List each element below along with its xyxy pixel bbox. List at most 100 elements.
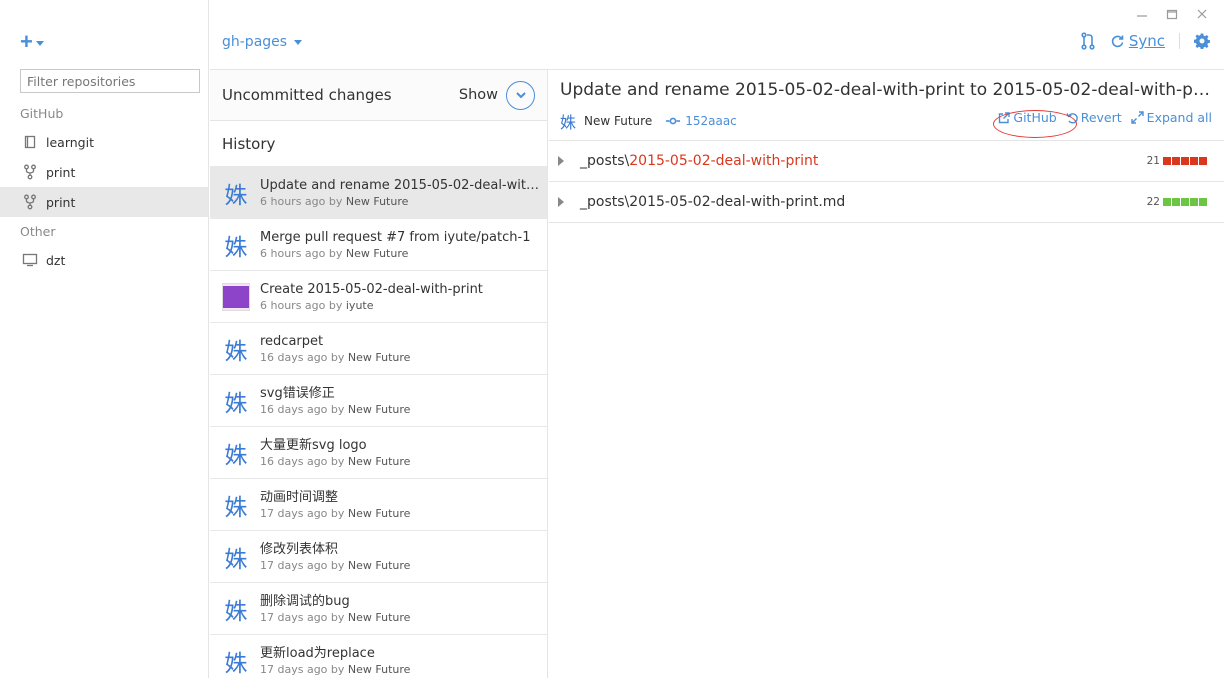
view-on-github-button[interactable]: GitHub: [998, 110, 1057, 125]
diff-bars: [1163, 198, 1207, 206]
filter-repositories-input[interactable]: [20, 69, 200, 93]
pull-request-button[interactable]: [1080, 32, 1096, 50]
commit-row[interactable]: 姝大量更新svg logo 16 days ago by New Future: [210, 426, 547, 478]
repo-item-print[interactable]: print: [0, 157, 208, 187]
commit-row[interactable]: 姝 Merge pull request #7 from iyute/patch-…: [210, 218, 547, 270]
diff-count: 21: [1146, 155, 1160, 167]
branch-name: gh-pages: [222, 34, 288, 50]
author-avatar: 姝: [224, 390, 248, 417]
repo-item-label: learngit: [46, 134, 94, 150]
commit-message: 大量更新svg logo: [260, 437, 367, 453]
diff-bar-block: [1181, 157, 1189, 165]
show-uncommitted-button[interactable]: Show: [459, 80, 535, 110]
commit-row[interactable]: 姝删除调试的bug 17 days ago by New Future: [210, 582, 547, 634]
commit-time: 17 days ago: [260, 506, 328, 520]
commit-meta: 16 days ago by New Future: [260, 350, 540, 365]
author-avatar: 姝: [224, 234, 248, 261]
author-avatar: 姝: [224, 442, 248, 469]
group-label-github: GitHub: [20, 106, 64, 121]
fork-icon: [22, 164, 38, 180]
diff-bar-block: [1163, 157, 1171, 165]
chevron-down-icon: [35, 40, 44, 46]
commit-author: New Future: [347, 402, 411, 416]
author-avatar: [222, 282, 250, 311]
chevron-down-circle-icon: [506, 80, 535, 110]
repo-item-print-selected[interactable]: print: [0, 187, 208, 217]
author-avatar: 姝: [224, 338, 248, 365]
revert-button[interactable]: Revert: [1066, 110, 1122, 125]
commit-icon: [666, 117, 681, 125]
changed-file-row[interactable]: _posts\2015-05-02-deal-with-print 21: [549, 141, 1224, 182]
disclosure-triangle-icon[interactable]: [558, 197, 564, 207]
author-avatar: 姝: [560, 113, 577, 132]
commit-row[interactable]: 姝 Update and rename 2015-05-02-deal-with-…: [210, 166, 547, 218]
branch-selector[interactable]: gh-pages: [222, 34, 303, 50]
disclosure-triangle-icon[interactable]: [558, 156, 564, 166]
commit-author: iyute: [345, 298, 374, 312]
commit-time: 17 days ago: [260, 558, 328, 572]
toolbar-divider: [1179, 33, 1180, 49]
commit-text: Update and rename 2015-05-02-deal-with-p…: [260, 177, 540, 209]
author-avatar: 姝: [224, 598, 248, 625]
commit-time: 17 days ago: [260, 662, 328, 676]
by-label: by: [330, 402, 345, 416]
repo-item-label: print: [46, 194, 76, 210]
commit-row[interactable]: Create 2015-05-02-deal-with-print 6 hours…: [210, 270, 547, 322]
diff-stat: 21: [1147, 155, 1207, 167]
commit-message: Merge pull request #7 from iyute/patch-1: [260, 229, 531, 245]
commit-detail-header: Update and rename 2015-05-02-deal-with-p…: [549, 70, 1224, 141]
add-repository-button[interactable]: +: [20, 29, 44, 54]
history-panel: Uncommitted changes Show History 姝 Update…: [210, 70, 548, 678]
diff-bars: [1163, 157, 1207, 165]
commit-list: 姝 Update and rename 2015-05-02-deal-with-…: [210, 166, 547, 678]
sync-label: Sync: [1128, 32, 1165, 50]
commit-row[interactable]: 姝更新load为replace 17 days ago by New Future: [210, 634, 547, 678]
expand-all-button[interactable]: Expand all: [1130, 110, 1212, 125]
chevron-down-icon: [294, 39, 303, 45]
diff-bar-block: [1199, 157, 1207, 165]
commit-row[interactable]: 姝 redcarpet 16 days ago by New Future: [210, 322, 547, 374]
uncommitted-changes-bar: Uncommitted changes Show: [210, 70, 547, 121]
commit-meta: 17 days ago by New Future: [260, 662, 540, 677]
changed-file-row[interactable]: _posts\2015-05-02-deal-with-print.md 22: [549, 182, 1224, 223]
by-label: by: [328, 298, 343, 312]
commit-author: New Future: [347, 454, 411, 468]
monitor-icon: [22, 252, 38, 268]
commit-text: redcarpet 16 days ago by New Future: [260, 333, 540, 365]
pull-request-icon: [1081, 32, 1095, 50]
commit-message: 修改列表体积: [260, 541, 339, 557]
by-label: by: [330, 350, 345, 364]
commit-text: 动画时间调整 17 days ago by New Future: [260, 489, 540, 521]
commit-row[interactable]: 姝动画时间调整 17 days ago by New Future: [210, 478, 547, 530]
diff-bar-block: [1190, 157, 1198, 165]
diff-bar-block: [1181, 198, 1189, 206]
changed-files-list: _posts\2015-05-02-deal-with-print 21 _post…: [549, 141, 1224, 223]
plus-icon: +: [20, 29, 33, 54]
repo-item-learngit[interactable]: learngit: [0, 127, 208, 157]
commit-author: New Future: [345, 194, 409, 208]
diff-bar-block: [1163, 198, 1171, 206]
sync-button[interactable]: Sync: [1110, 32, 1165, 50]
commit-row[interactable]: 姝修改列表体积 17 days ago by New Future: [210, 530, 547, 582]
commit-meta: 6 hours ago by New Future: [260, 194, 540, 209]
commit-row[interactable]: 姝 svg错误修正 16 days ago by New Future: [210, 374, 547, 426]
expand-icon: [1130, 111, 1144, 124]
external-link-icon: [999, 111, 1011, 123]
author-avatar: 姝: [224, 182, 248, 209]
commit-sha: 152aaac: [685, 114, 737, 128]
commit-meta: 6 hours ago by New Future: [260, 246, 540, 261]
commit-sha-link[interactable]: 152aaac: [666, 114, 737, 128]
expand-all-label: Expand all: [1146, 110, 1212, 125]
file-directory: _posts\: [580, 194, 630, 210]
by-label: by: [330, 454, 345, 468]
commit-meta: 17 days ago by New Future: [260, 506, 540, 521]
commit-message: redcarpet: [260, 333, 324, 349]
by-label: by: [330, 558, 345, 572]
commit-text: svg错误修正 16 days ago by New Future: [260, 385, 540, 417]
settings-button[interactable]: [1194, 33, 1210, 49]
fork-icon: [22, 194, 38, 210]
commit-text: Merge pull request #7 from iyute/patch-1…: [260, 229, 540, 261]
commit-detail-panel: Update and rename 2015-05-02-deal-with-p…: [549, 70, 1224, 678]
uncommitted-changes-label: Uncommitted changes: [222, 86, 392, 104]
repo-item-dzt[interactable]: dzt: [0, 245, 208, 275]
